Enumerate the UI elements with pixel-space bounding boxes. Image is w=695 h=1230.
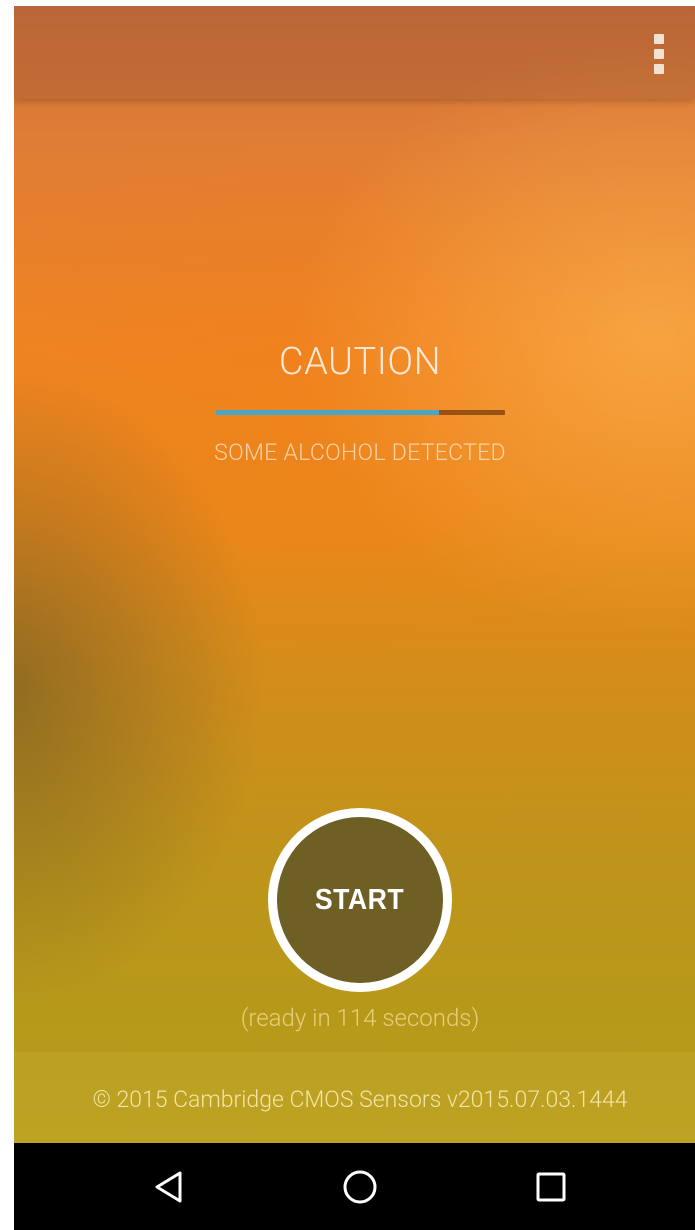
level-bar-fill [216, 410, 439, 415]
level-bar [216, 410, 505, 415]
ready-countdown-text: (ready in 114 seconds) [240, 1004, 480, 1032]
start-button-label: START [315, 883, 405, 916]
result-panel: CAUTION SOME ALCOHOL DETECTED [14, 331, 695, 466]
back-triangle-icon [155, 1171, 182, 1202]
recents-square-icon [536, 1172, 566, 1201]
recents-button[interactable] [503, 1143, 599, 1230]
app-bar [14, 6, 695, 99]
device-screen: CAUTION SOME ALCOHOL DETECTED START (rea… [14, 6, 695, 1230]
back-button[interactable] [121, 1143, 217, 1230]
footer: © 2015 Cambridge CMOS Sensors v2015.07.0… [14, 1052, 695, 1143]
status-subtitle: SOME ALCOHOL DETECTED [214, 439, 506, 466]
home-circle-icon [343, 1170, 377, 1203]
overflow-menu-button[interactable] [641, 30, 677, 78]
copyright-text: © 2015 Cambridge CMOS Sensors v2015.07.0… [92, 1086, 628, 1113]
system-navigation-bar [14, 1143, 695, 1230]
app-background: CAUTION SOME ALCOHOL DETECTED START (rea… [14, 6, 695, 1143]
start-button[interactable]: START [268, 808, 452, 992]
home-button[interactable] [312, 1143, 408, 1230]
status-title: CAUTION [278, 340, 442, 384]
start-button-face: START [277, 817, 443, 983]
